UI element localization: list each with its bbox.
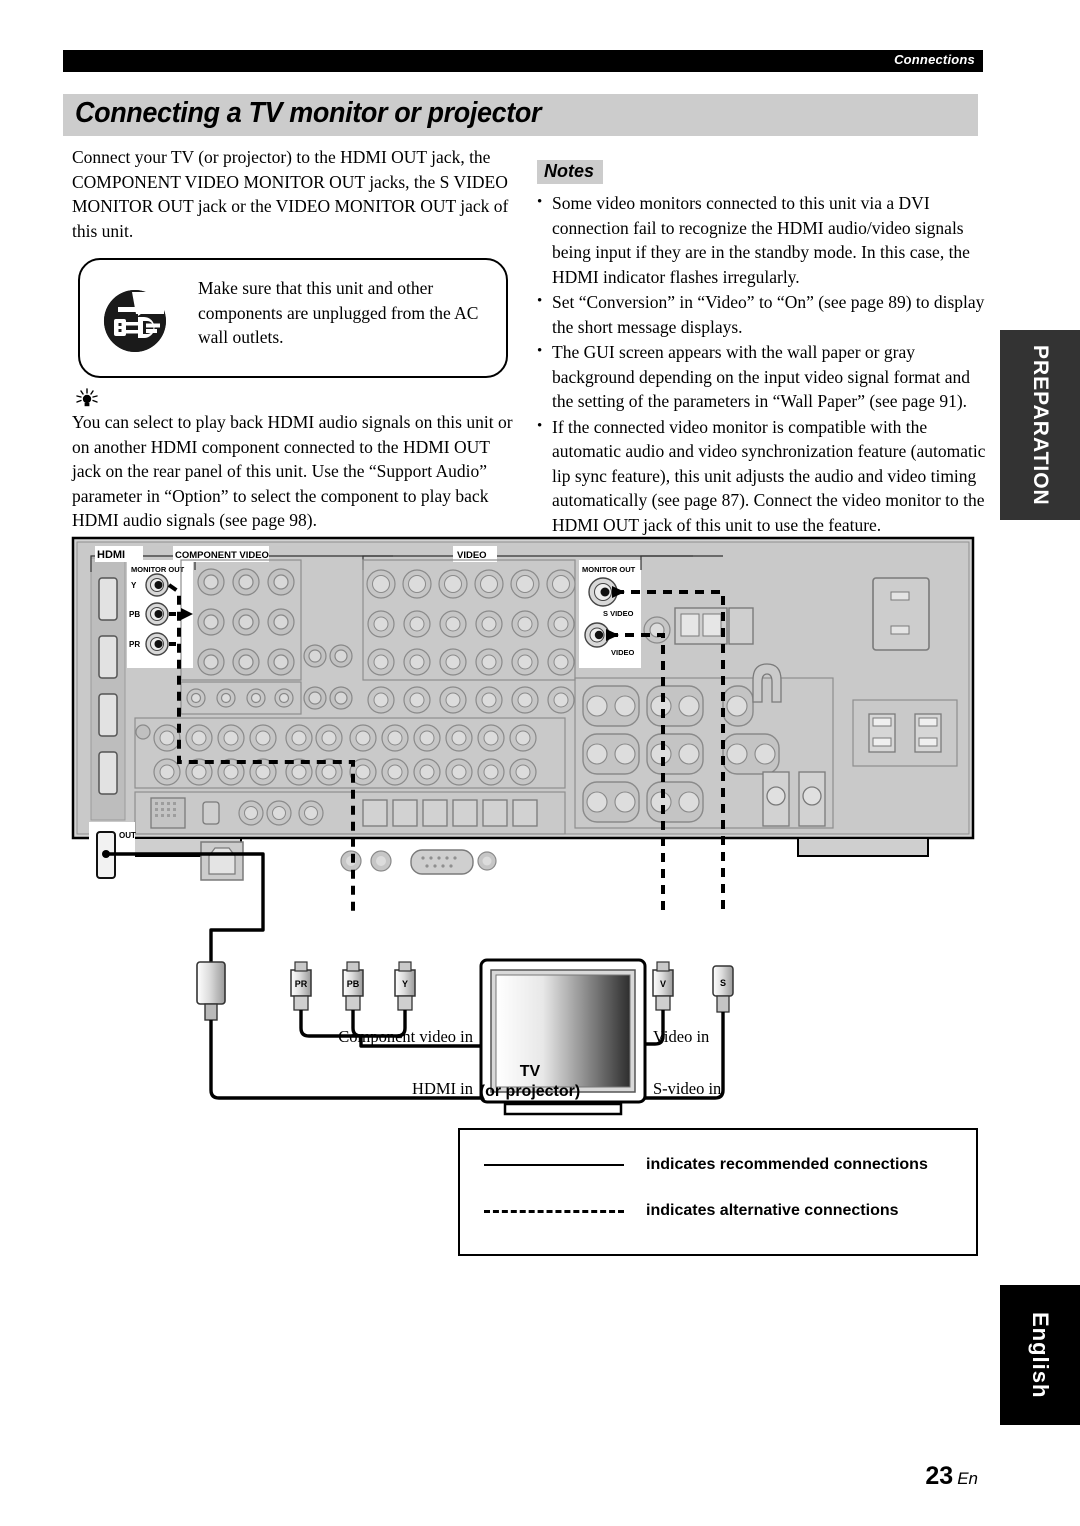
plug-pr: PR (290, 961, 312, 1011)
label-component-pb: PB (129, 610, 140, 619)
note-item: If the connected video monitor is compat… (537, 414, 987, 538)
legend-label-alternative: indicates alternative connections (646, 1202, 899, 1219)
label-s-video: S VIDEO (603, 609, 634, 618)
left-column: Connect your TV (or projector) to the HD… (72, 145, 517, 243)
notes-list: Some video monitors connected to this un… (537, 190, 987, 538)
intro-paragraph: Connect your TV (or projector) to the HD… (72, 147, 509, 241)
label-video-monitor-out: MONITOR OUT (582, 565, 636, 574)
video-monitor-out-block: MONITOR OUT S VIDEO VIDEO (579, 560, 641, 668)
warning-text: Make sure that this unit and other compo… (198, 278, 479, 347)
right-column: Notes Some video monitors connected to t… (537, 160, 987, 538)
connection-diagram: HDMI MONITOR OUT Y PB PR COMPONENT VIDEO… (63, 530, 983, 1120)
page-footer: 23 En (63, 1462, 978, 1491)
section-title-bar: Connecting a TV monitor or projector (63, 94, 978, 136)
side-tab-preparation: PREPARATION (1000, 330, 1080, 520)
page-title: Connecting a TV monitor or projector (75, 97, 542, 129)
label-component-video-in: Component video in (338, 1027, 473, 1046)
legend-row-recommended: indicates recommended connections (484, 1156, 928, 1174)
warning-box: Make sure that this unit and other compo… (78, 258, 508, 378)
note-item: The GUI screen appears with the wall pap… (537, 339, 987, 414)
terminal-blocks (674, 607, 754, 645)
serial-port-row (340, 849, 497, 875)
plug-label-v: V (660, 979, 666, 989)
unplug-power-cord-icon (102, 288, 168, 354)
side-tab-language-label: English (1028, 1311, 1053, 1399)
plug-v: V (652, 961, 674, 1011)
page-number: 23 (925, 1462, 954, 1490)
label-video-in: Video in (653, 1027, 709, 1046)
legend-box: indicates recommended connections indica… (458, 1128, 978, 1256)
lightbulb-tip-icon (72, 388, 102, 408)
manual-page: Connections Connecting a TV monitor or p… (0, 0, 1080, 1526)
plug-pb: PB (342, 961, 364, 1011)
notes-heading: Notes (537, 160, 604, 184)
tv-caption-device: TV (519, 1063, 541, 1080)
tip-block: You can select to play back HDMI audio s… (72, 388, 522, 533)
label-component-y: Y (131, 581, 137, 590)
network-jack (200, 841, 244, 881)
running-head-label: Connections (894, 52, 975, 67)
side-tab-language: English (1000, 1285, 1080, 1425)
tv-caption-device-sub: (or projector) (479, 1083, 581, 1100)
label-component-video: COMPONENT VIDEO (175, 550, 269, 561)
legend-label-recommended: indicates recommended connections (646, 1156, 928, 1173)
label-component-pr: PR (129, 640, 140, 649)
note-item: Set “Conversion” in “Video” to “On” (see… (537, 289, 987, 339)
tv-caption: TV (or projector) (420, 1062, 640, 1102)
running-head-bar: Connections (63, 50, 983, 72)
tip-text: You can select to play back HDMI audio s… (72, 412, 513, 530)
plug-label-pb: PB (347, 979, 360, 989)
plug-y: Y (394, 961, 416, 1011)
label-component-monitor-out: MONITOR OUT (131, 565, 185, 574)
plug-label-pr: PR (295, 979, 308, 989)
component-video-jacks (197, 568, 295, 676)
label-video-section: VIDEO (457, 550, 487, 561)
note-item: Some video monitors connected to this un… (537, 190, 987, 289)
plug-label-y: Y (402, 979, 408, 989)
hdmi-input-strip (90, 557, 126, 821)
label-hdmi: HDMI (97, 549, 125, 561)
legend-row-alternative: indicates alternative connections (484, 1202, 899, 1220)
ac-inlet (872, 577, 930, 651)
solid-line-icon (484, 1164, 624, 1166)
dashed-line-icon (484, 1209, 624, 1213)
label-hdmi-out: OUT (119, 831, 136, 840)
plug-hdmi (196, 961, 226, 1021)
page-language-code: En (957, 1469, 978, 1488)
plug-label-s: S (720, 978, 726, 988)
plug-s: S (712, 965, 734, 1013)
label-s-video-in: S-video in (653, 1079, 721, 1098)
label-video-jack: VIDEO (611, 648, 635, 657)
side-tab-preparation-label: PREPARATION (1029, 344, 1052, 506)
